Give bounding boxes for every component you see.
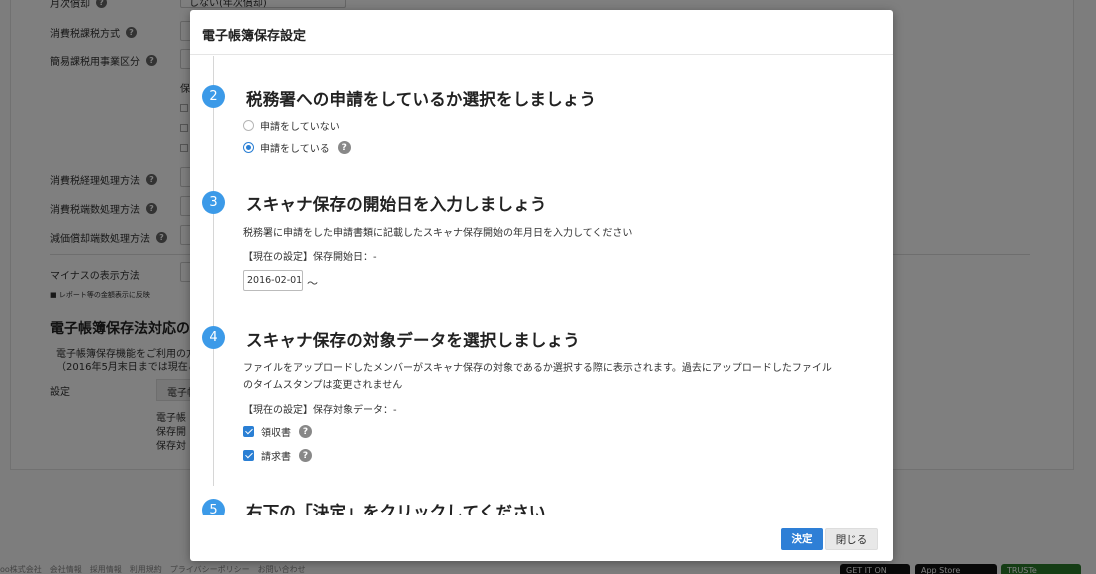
- checkbox-label: 請求書: [261, 452, 291, 463]
- step-number-3: 3: [202, 191, 225, 214]
- step-title-5: 右下の「決定」をクリックしてください: [246, 503, 546, 515]
- checkbox-checked[interactable]: [243, 426, 254, 437]
- step-title-2: 税務署への申請をしているか選択をしましょう: [246, 90, 597, 109]
- close-button[interactable]: 閉じる: [825, 528, 878, 550]
- modal-header: 電子帳簿保存設定: [190, 10, 893, 55]
- step-4-description-cont: のタイムスタンプは変更されません: [243, 380, 403, 391]
- checkbox-receipt[interactable]: 領収書 ?: [243, 424, 312, 439]
- confirm-button[interactable]: 決定: [781, 528, 823, 550]
- checkbox-invoice[interactable]: 請求書 ?: [243, 448, 312, 463]
- e-book-storage-modal: 電子帳簿保存設定 2 税務署への申請をしているか選択をしましょう 申請をしていな…: [190, 10, 893, 561]
- step-number-5: 5: [202, 499, 225, 515]
- step-3-current-setting: 【現在の設定】保存開始日：-: [243, 252, 377, 263]
- step-number-2: 2: [202, 85, 225, 108]
- help-icon[interactable]: ?: [299, 425, 312, 438]
- modal-title: 電子帳簿保存設定: [202, 29, 307, 44]
- step-4-current-setting: 【現在の設定】保存対象データ：-: [243, 405, 397, 416]
- step-timeline-line: [213, 56, 214, 486]
- range-tilde: ～: [307, 277, 318, 290]
- step-3-description: 税務署に申請をした申請書類に記載したスキャナ保存開始の年月日を入力してください: [243, 228, 633, 239]
- radio-applied[interactable]: 申請をしている ?: [243, 140, 351, 155]
- radio-button[interactable]: [243, 142, 254, 153]
- modal-footer: 決定 閉じる: [190, 515, 893, 561]
- step-number-4: 4: [202, 326, 225, 349]
- checkbox-label: 領収書: [261, 428, 291, 439]
- radio-label: 申請をしていない: [260, 122, 340, 133]
- help-icon[interactable]: ?: [337, 141, 351, 154]
- start-date-input[interactable]: [243, 270, 303, 291]
- help-icon[interactable]: ?: [299, 449, 312, 462]
- modal-body[interactable]: 2 税務署への申請をしているか選択をしましょう 申請をしていない 申請をしている…: [190, 56, 893, 515]
- radio-not-applied[interactable]: 申請をしていない: [243, 118, 340, 133]
- step-title-4: スキャナ保存の対象データを選択しましょう: [246, 331, 580, 350]
- radio-button[interactable]: [243, 120, 254, 131]
- step-4-description: ファイルをアップロードしたメンバーがスキャナ保存の対象であるか選択する際に表示さ…: [243, 363, 832, 374]
- step-title-3: スキャナ保存の開始日を入力しましょう: [246, 195, 547, 214]
- checkbox-checked[interactable]: [243, 450, 254, 461]
- radio-label: 申請をしている: [260, 144, 330, 155]
- modal-scrollbar[interactable]: [885, 56, 893, 515]
